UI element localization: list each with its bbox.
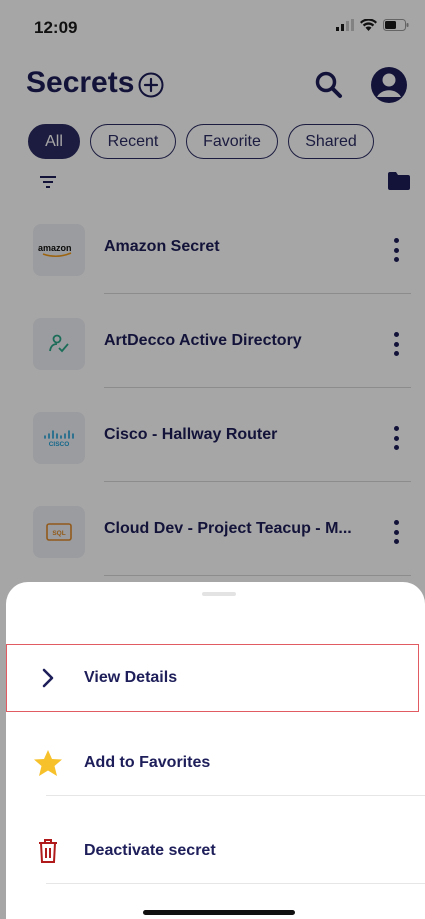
sheet-divider bbox=[46, 883, 425, 884]
home-indicator[interactable] bbox=[143, 910, 295, 915]
star-icon bbox=[32, 748, 64, 778]
deactivate-secret-button[interactable]: Deactivate secret bbox=[6, 818, 425, 884]
add-to-favorites-button[interactable]: Add to Favorites bbox=[6, 730, 425, 796]
action-bottom-sheet: View Details Add to Favorites Deactivate… bbox=[6, 582, 425, 919]
sheet-drag-handle[interactable] bbox=[202, 592, 236, 596]
selection-highlight bbox=[6, 644, 419, 712]
trash-icon bbox=[32, 836, 64, 866]
sheet-divider bbox=[46, 795, 425, 796]
add-to-favorites-label: Add to Favorites bbox=[84, 754, 211, 771]
deactivate-secret-label: Deactivate secret bbox=[84, 842, 216, 859]
